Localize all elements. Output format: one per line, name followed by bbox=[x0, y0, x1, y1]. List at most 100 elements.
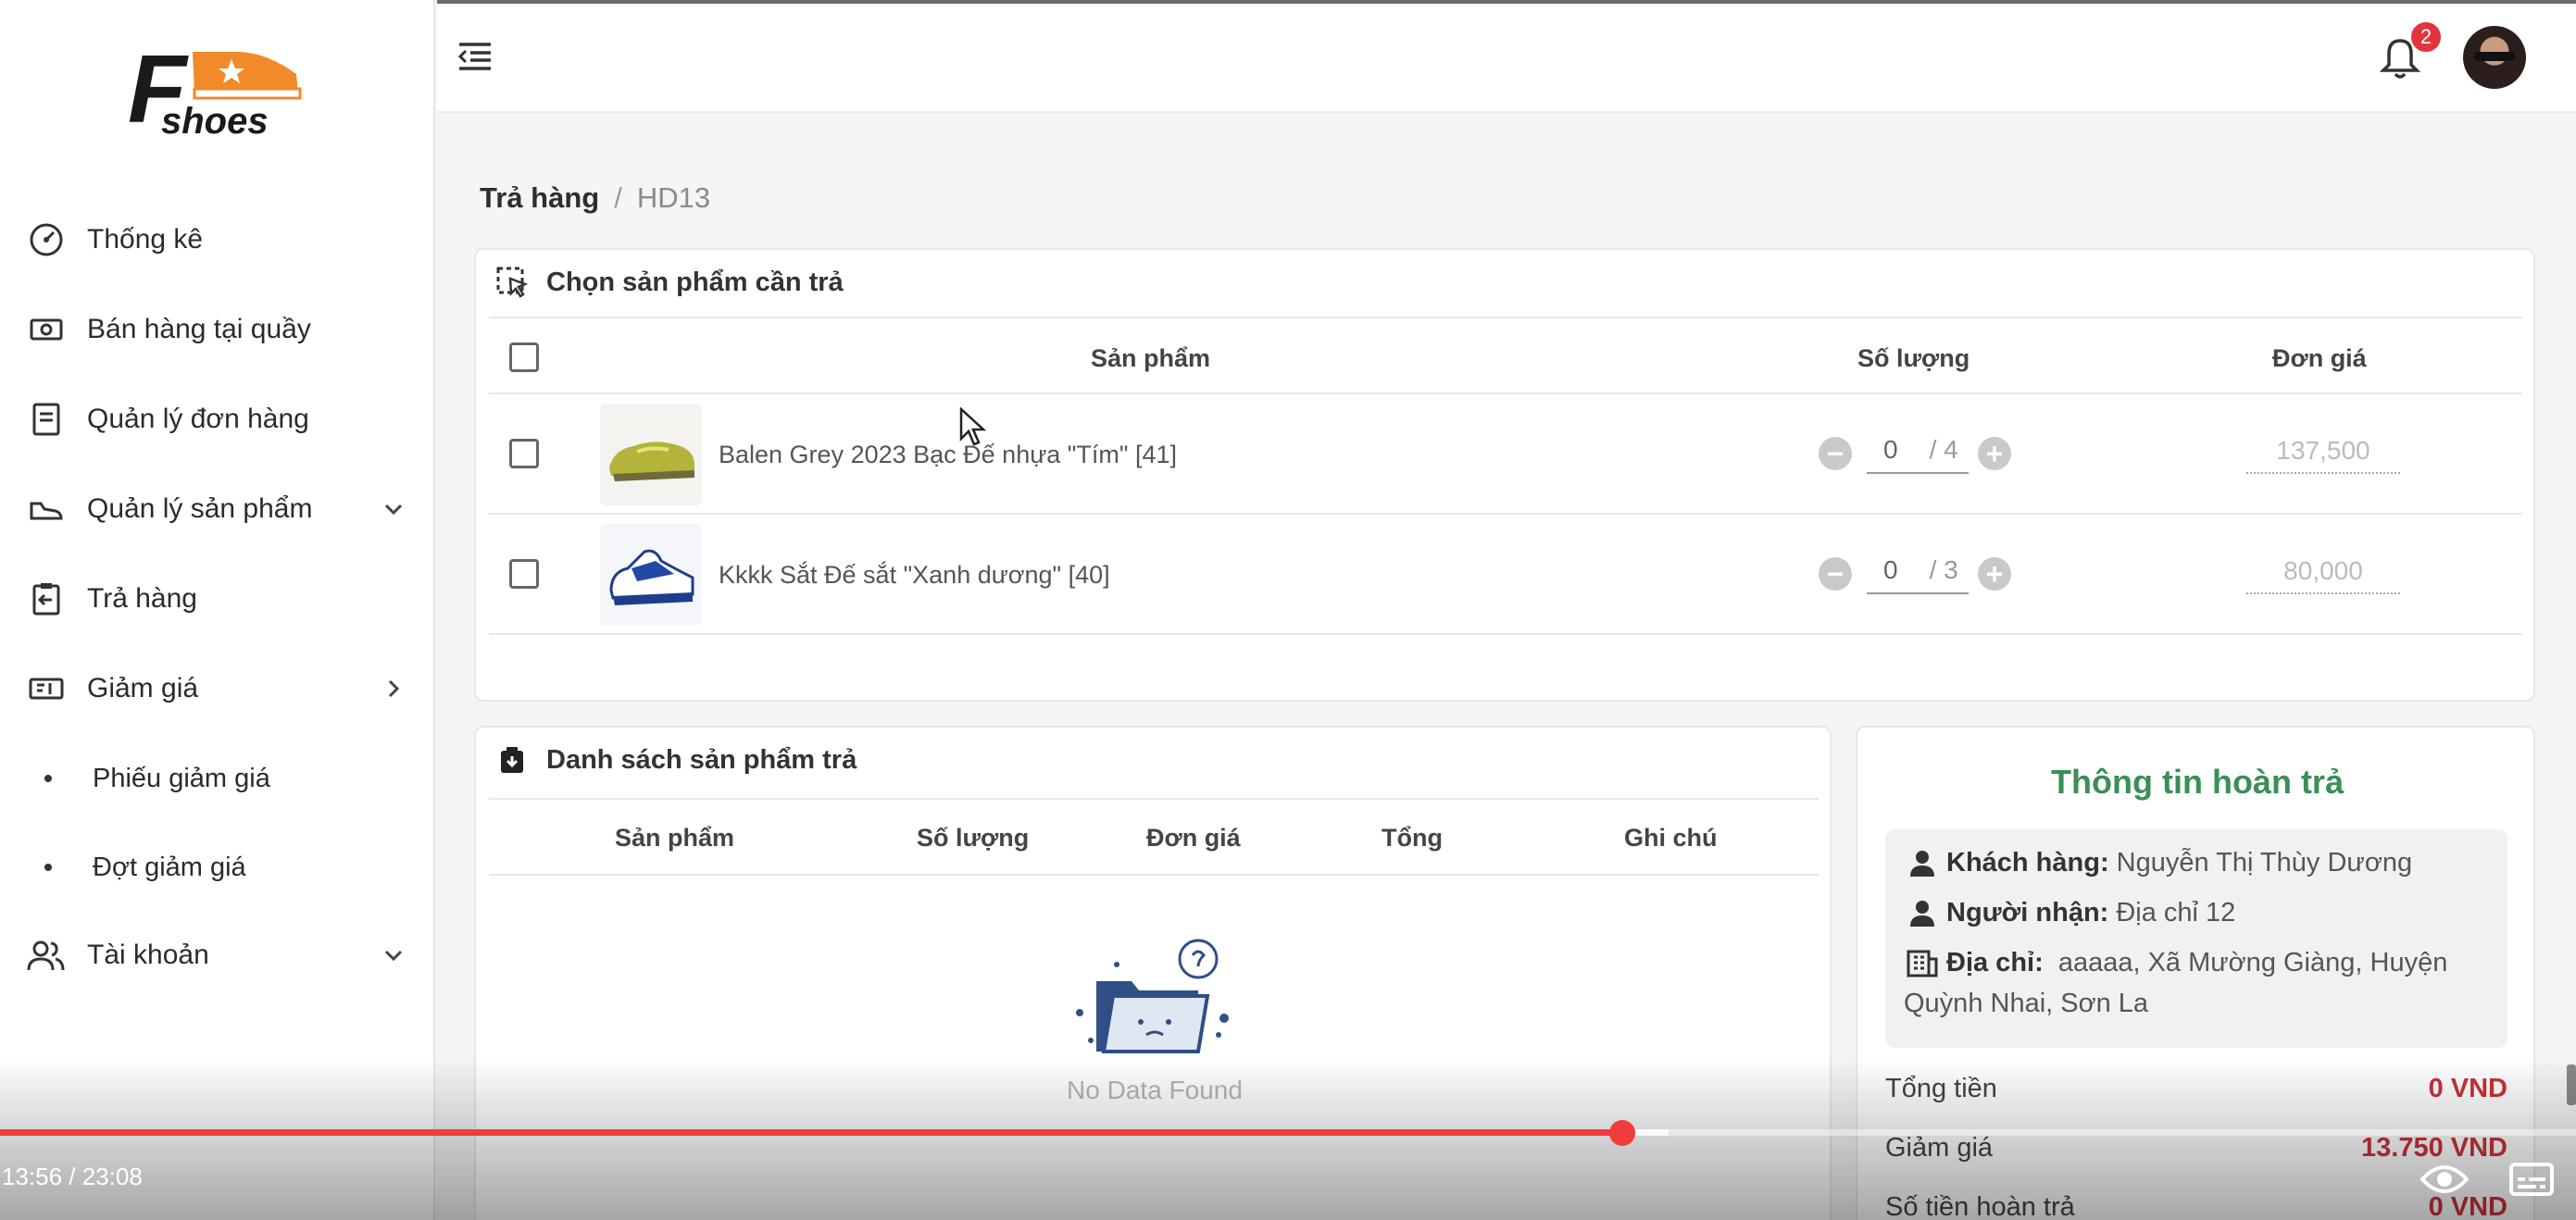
quantity-value: 0 bbox=[1883, 555, 1898, 584]
minus-icon: − bbox=[1826, 557, 1844, 591]
logo-text: shoes bbox=[161, 101, 269, 142]
quantity-max: / 3 bbox=[1929, 555, 1958, 584]
column-header-product: Sản phẩm bbox=[1091, 344, 1211, 372]
sidebar-item-giam-gia[interactable]: Giảm giá bbox=[0, 652, 435, 726]
column-header-unit-price: Đơn giá bbox=[1146, 824, 1241, 852]
total-value: 0 VND bbox=[2428, 1074, 2507, 1103]
sidebar-item-quan-ly-don-hang[interactable]: Quản lý đơn hàng bbox=[0, 382, 435, 456]
plus-icon: + bbox=[1985, 557, 2004, 591]
discount-label: Giảm giá bbox=[1885, 1133, 1994, 1163]
divider bbox=[489, 513, 2522, 515]
page-scrollbar[interactable] bbox=[2567, 1064, 2576, 1105]
breadcrumb-current: HD13 bbox=[636, 181, 711, 214]
divider bbox=[489, 633, 2522, 635]
increase-quantity-button[interactable]: + bbox=[1978, 437, 2011, 470]
decrease-quantity-button[interactable]: − bbox=[1819, 557, 1852, 591]
dashboard-gauge-icon bbox=[26, 219, 67, 260]
decrease-quantity-button[interactable]: − bbox=[1819, 437, 1852, 470]
person-icon bbox=[1904, 892, 1941, 933]
return-box-icon bbox=[494, 742, 530, 778]
minus-icon: − bbox=[1826, 437, 1844, 470]
chevron-right-icon bbox=[378, 673, 409, 704]
chevron-down-icon bbox=[378, 493, 409, 525]
receiver-label: Người nhận: bbox=[1946, 898, 2109, 927]
sidebar-item-thong-ke[interactable]: Thống kê bbox=[0, 203, 435, 277]
fshoes-logo[interactable]: F shoes bbox=[120, 33, 324, 144]
column-header-quantity: Số lượng bbox=[1857, 344, 1970, 372]
sidebar-item-label: Quản lý sản phẩm bbox=[87, 493, 313, 524]
sidebar-item-label: Phiếu giảm giá bbox=[93, 763, 270, 793]
return-list-title: Danh sách sản phẩm trả bbox=[546, 744, 857, 775]
sidebar-item-quan-ly-san-pham[interactable]: Quản lý sản phẩm bbox=[0, 472, 435, 546]
divider bbox=[489, 392, 2522, 394]
video-progress-bar[interactable] bbox=[0, 1129, 2576, 1136]
users-icon bbox=[26, 935, 67, 976]
customer-label: Khách hàng: bbox=[1946, 848, 2109, 878]
card-title: Chọn sản phẩm cần trả bbox=[494, 265, 844, 300]
bullet-dot-icon bbox=[44, 864, 52, 871]
sidebar-item-tra-hang[interactable]: Trả hàng bbox=[0, 562, 435, 636]
discount-row: Giảm giá 13.750 VND bbox=[1885, 1133, 2507, 1164]
order-document-icon bbox=[26, 399, 67, 440]
receiver-name: Địa chỉ 12 bbox=[2116, 898, 2236, 927]
select-products-title: Chọn sản phẩm cần trả bbox=[546, 267, 844, 297]
row-select-checkbox[interactable] bbox=[509, 439, 539, 468]
select-cursor-icon bbox=[494, 265, 530, 300]
sidebar-item-ban-hang-tai-quay[interactable]: Bán hàng tại quầy bbox=[0, 293, 435, 367]
divider bbox=[489, 798, 1819, 800]
sidebar-item-label: Quản lý đơn hàng bbox=[87, 404, 309, 434]
bullet-dot-icon bbox=[44, 775, 52, 782]
select-all-checkbox[interactable] bbox=[509, 342, 539, 372]
building-icon bbox=[1904, 942, 1941, 983]
menu-toggle-icon[interactable] bbox=[456, 37, 494, 76]
address-label: Địa chỉ: bbox=[1946, 948, 2044, 977]
divider bbox=[489, 317, 2522, 318]
eye-icon[interactable] bbox=[2420, 1161, 2470, 1198]
column-header-note: Ghi chú bbox=[1624, 824, 1718, 852]
card-title: Danh sách sản phẩm trả bbox=[494, 742, 857, 778]
sidebar-item-label: Giảm giá bbox=[87, 673, 199, 703]
breadcrumb: Trả hàng / HD13 bbox=[480, 181, 710, 215]
subtitles-icon[interactable] bbox=[2509, 1161, 2554, 1198]
user-avatar[interactable] bbox=[2463, 26, 2526, 89]
breadcrumb-root[interactable]: Trả hàng bbox=[480, 181, 599, 215]
row-select-checkbox[interactable] bbox=[509, 559, 539, 589]
product-image bbox=[600, 524, 702, 626]
discount-value: 13.750 VND bbox=[2361, 1133, 2507, 1163]
sidebar-item-label: Tài khoản bbox=[87, 940, 209, 970]
select-products-card: Chọn sản phẩm cần trả Sản phẩm Số lượng … bbox=[474, 248, 2535, 702]
top-bar: 2 bbox=[437, 0, 2576, 113]
total-label: Tổng tiền bbox=[1885, 1074, 1997, 1103]
sidebar-subitem-phieu-giam-gia[interactable]: Phiếu giảm giá bbox=[0, 746, 435, 811]
person-icon bbox=[1904, 842, 1941, 883]
divider bbox=[489, 874, 1819, 876]
product-image bbox=[600, 404, 702, 505]
cash-icon bbox=[26, 309, 67, 350]
breadcrumb-separator: / bbox=[614, 181, 622, 214]
refund-info-card: Thông tin hoàn trả Khách hàng: Nguyễn Th… bbox=[1856, 726, 2535, 1220]
column-header-total: Tổng bbox=[1382, 824, 1443, 852]
video-played-bar bbox=[0, 1129, 1622, 1136]
return-clipboard-icon bbox=[26, 579, 67, 619]
column-header-product: Sản phẩm bbox=[615, 824, 735, 852]
unit-price-field[interactable]: 80,000 bbox=[2246, 548, 2400, 594]
refund-info-title: Thông tin hoàn trả bbox=[2051, 763, 2344, 801]
quantity-input[interactable]: 0 / 3 bbox=[1867, 548, 1969, 594]
receiver-row: Người nhận: Địa chỉ 12 bbox=[1904, 892, 2496, 933]
customer-info-box: Khách hàng: Nguyễn Thị Thùy Dương Người … bbox=[1885, 829, 2507, 1048]
chevron-down-icon bbox=[378, 940, 409, 971]
refund-amount-row: Số tiền hoàn trả 0 VND bbox=[1885, 1192, 2507, 1220]
sidebar-item-label: Thống kê bbox=[87, 224, 204, 255]
sidebar-item-label: Trả hàng bbox=[87, 583, 197, 614]
sidebar-item-tai-khoan[interactable]: Tài khoản bbox=[0, 918, 435, 992]
notification-count-badge: 2 bbox=[2409, 20, 2443, 54]
sidebar-subitem-dot-giam-gia[interactable]: Đợt giảm giá bbox=[0, 835, 435, 900]
video-scrubber-handle[interactable] bbox=[1608, 1120, 1635, 1146]
quantity-input[interactable]: 0 / 4 bbox=[1867, 428, 1969, 474]
increase-quantity-button[interactable]: + bbox=[1978, 557, 2011, 591]
product-name: Kkkk Sắt Đế sắt "Xanh dương" [40] bbox=[719, 561, 1110, 589]
column-header-quantity: Số lượng bbox=[917, 824, 1030, 852]
address-row: Địa chỉ: aaaaa, Xã Mường Giàng, Huyện Qu… bbox=[1904, 942, 2496, 1024]
total-row: Tổng tiền 0 VND bbox=[1885, 1074, 2507, 1104]
unit-price-field[interactable]: 137,500 bbox=[2246, 428, 2400, 474]
